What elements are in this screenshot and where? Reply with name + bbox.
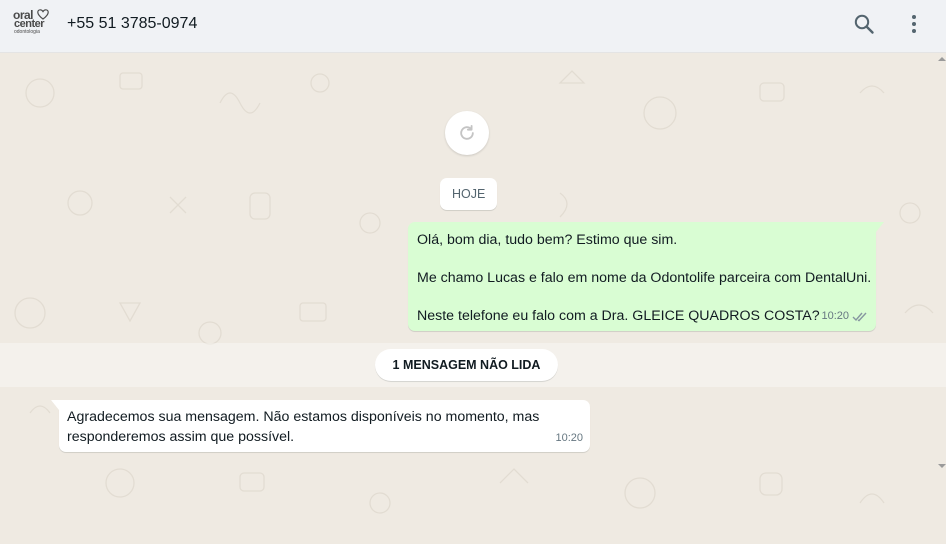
chat-header: oral center odontologia +55 51 3785-0974 xyxy=(0,0,946,53)
date-divider: HOJE xyxy=(440,178,498,210)
message-meta: 10:20 xyxy=(821,307,868,326)
kebab-menu-icon[interactable] xyxy=(902,12,926,36)
load-earlier-button[interactable] xyxy=(445,111,489,155)
message-line: Neste telefone eu falo com a Dra. GLEICE… xyxy=(417,308,820,324)
bubble-tail xyxy=(51,400,59,410)
message-line: Me chamo Lucas e falo em nome da Odontol… xyxy=(417,270,872,286)
double-check-icon xyxy=(852,312,867,322)
scroll-up-arrow-icon[interactable] xyxy=(938,55,946,63)
outgoing-message[interactable]: Olá, bom dia, tudo bem? Estimo que sim. … xyxy=(408,222,884,331)
incoming-message[interactable]: Agradecemos sua mensagem. Não estamos di… xyxy=(51,400,590,452)
contact-logo[interactable]: oral center odontologia xyxy=(13,9,49,35)
message-line: Olá, bom dia, tudo bem? Estimo que sim. xyxy=(417,232,678,248)
message-time: 10:20 xyxy=(821,310,849,322)
contact-phone-title[interactable]: +55 51 3785-0974 xyxy=(67,15,197,33)
scroll-down-arrow-icon[interactable] xyxy=(938,462,946,470)
search-icon[interactable] xyxy=(852,12,876,36)
logo-text-odontologia: odontologia xyxy=(14,29,40,35)
chat-area[interactable]: HOJE Olá, bom dia, tudo bem? Estimo que … xyxy=(0,53,946,544)
refresh-icon xyxy=(460,125,474,140)
unread-messages-badge: 1 MENSAGEM NÃO LIDA xyxy=(375,349,558,381)
message-text: Agradecemos sua mensagem. Não estamos di… xyxy=(67,409,540,445)
message-time: 10:20 xyxy=(555,432,583,444)
bubble-tail xyxy=(876,222,884,232)
